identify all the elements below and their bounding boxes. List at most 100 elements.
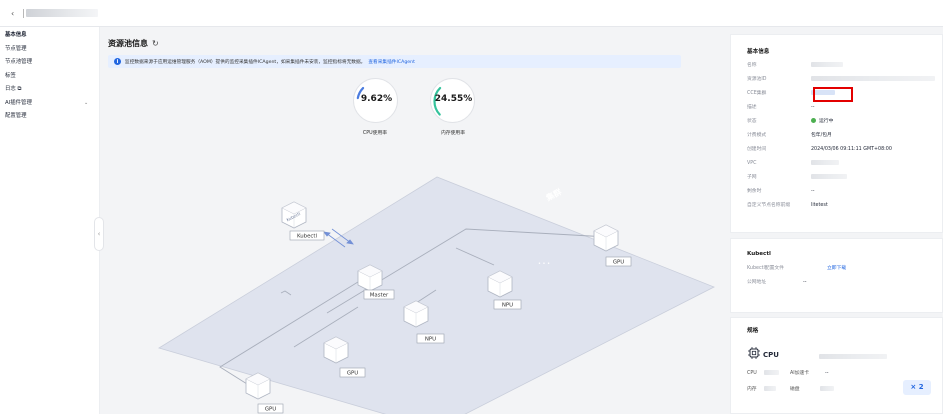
gpu-node-icon-2: [323, 336, 349, 364]
npu-node-icon-2: [403, 300, 429, 328]
sidebar-collapse-button[interactable]: ‹: [94, 217, 104, 251]
cpu-usage-value: 9.62%: [360, 94, 393, 104]
gpu-node-icon-3: [245, 372, 271, 400]
info-row-id: 资源池ID: [747, 75, 942, 85]
row-value[interactable]: [811, 159, 839, 169]
info-row-node-prefix: 自定义节点名称前缀 litetest: [747, 201, 942, 211]
back-button[interactable]: ‹: [11, 9, 23, 18]
icagent-link[interactable]: 查看采集插件ICAgent: [368, 59, 415, 65]
sidebar-item-node-pool-management[interactable]: 节点池管理: [0, 56, 99, 70]
spec-name-redacted: [819, 353, 887, 360]
basic-info-card: 基本信息 名称 资源池ID CCE集群 描述 -- 状态 运行中 计费模式 包年/包月…: [730, 34, 943, 233]
info-row-created: 创建时间 2024/03/06 09:11:11 GMT+08:00: [747, 145, 942, 155]
row-key: 内存: [747, 387, 757, 392]
row-key: CPU: [747, 371, 757, 376]
highlight-box: [813, 87, 853, 102]
spec-card: 规格 CPU CPU AI加速卡 -- 内存 磁盘 × 2: [730, 317, 943, 414]
npu-node-icon-1: [487, 270, 513, 298]
row-value: --: [811, 105, 815, 110]
cpu-usage-gauge: 9.62%: [353, 78, 398, 123]
status-text: 运行中: [819, 119, 834, 124]
row-value: litetest: [811, 203, 828, 208]
row-key: 子网: [747, 175, 757, 180]
master-node-label: Master: [370, 293, 389, 299]
row-value[interactable]: [811, 173, 847, 183]
row-key: VPC: [747, 161, 757, 166]
status-dot-icon: [811, 118, 816, 123]
kubectl-row-config: Kubectl配置文件 立即下载: [747, 264, 942, 274]
row-value: [764, 369, 779, 379]
kubectl-node-label: Kubectl: [297, 234, 317, 240]
cpu-usage-label: CPU使用率: [362, 131, 388, 136]
row-key: 磁盘: [790, 387, 800, 392]
row-value: --: [811, 189, 815, 194]
row-value: 2024/03/06 09:11:11 GMT+08:00: [811, 147, 892, 152]
row-value: [820, 385, 834, 395]
node-count-badge: × 2: [903, 380, 931, 395]
row-value: --: [825, 371, 829, 376]
cluster-label: 集群: [543, 186, 563, 203]
cluster-platform: [158, 176, 715, 414]
spec-cpu-label: CPU: [763, 351, 779, 359]
row-value: 包年/包月: [811, 133, 832, 138]
chevron-left-icon: ‹: [97, 230, 101, 238]
info-icon: i: [114, 58, 121, 65]
info-row-name: 名称: [747, 61, 942, 71]
row-value: [764, 385, 776, 395]
sidebar-item-label: 节点池管理: [5, 59, 32, 65]
sidebar-item-label: 基本信息: [5, 32, 27, 38]
download-kubeconfig-link[interactable]: 立即下载: [827, 264, 846, 274]
card-title: Kubectl: [747, 251, 771, 257]
main-content: 资源池信息 ↻ i 监控数据来源于应用运维管理服务（AOM）提供的监控采集插件I…: [101, 27, 723, 414]
info-row-description: 描述 --: [747, 103, 942, 113]
sidebar-item-logs[interactable]: 日志 ⧉: [0, 83, 99, 97]
row-key: 计费模式: [747, 133, 767, 138]
sidebar-item-label: 标签: [5, 72, 16, 79]
info-row-remaining: 剩余时 --: [747, 187, 942, 197]
memory-usage-label: 内存使用率: [441, 131, 465, 136]
row-key: CCE集群: [747, 91, 767, 96]
cluster-diagram: 集群 • • • Kubectl Kubectl Master NPU NPU …: [158, 176, 715, 414]
sidebar: 基本信息 节点管理 节点池管理 标签 日志 ⧉ AI插件管理 ⌄ 配置管理: [0, 27, 100, 414]
row-value: [811, 75, 935, 85]
row-key: 描述: [747, 105, 757, 110]
section-title: 资源池信息: [108, 39, 148, 48]
info-row-vpc: VPC: [747, 159, 942, 169]
sidebar-item-labels[interactable]: 标签: [0, 70, 99, 84]
sidebar-item-label: 配置管理: [5, 113, 27, 119]
memory-usage-value: 24.55%: [434, 94, 473, 104]
row-key: Kubectl配置文件: [747, 266, 784, 271]
monitoring-notice: i 监控数据来源于应用运维管理服务（AOM）提供的监控采集插件ICAgent，如…: [108, 55, 681, 68]
row-key: 名称: [747, 63, 757, 68]
memory-usage-gauge: 24.55%: [430, 78, 475, 123]
chevron-down-icon: ⌄: [84, 99, 89, 106]
info-row-status: 状态 运行中: [747, 117, 942, 127]
info-row-cce-cluster: CCE集群: [747, 87, 942, 102]
page-title: 资源池信息 ↻: [108, 38, 159, 49]
chip-icon: [748, 347, 760, 359]
npu-node-1-label: NPU: [502, 303, 513, 309]
npu-node-2-label: NPU: [425, 337, 436, 343]
notice-text: 监控数据来源于应用运维管理服务（AOM）提供的监控采集插件ICAgent，如采集…: [125, 59, 366, 65]
sidebar-item-label: 节点管理: [5, 45, 27, 52]
kubectl-card: Kubectl Kubectl配置文件 立即下载 公网地址 --: [730, 238, 943, 313]
card-title: 基本信息: [747, 49, 770, 55]
refresh-icon[interactable]: ↻: [152, 39, 159, 48]
master-node-icon: [357, 264, 383, 292]
info-row-subnet: 子网: [747, 173, 942, 183]
row-key: AI加速卡: [790, 371, 810, 376]
row-key: 状态: [747, 119, 757, 124]
card-title: 规格: [747, 328, 759, 334]
status-badge: 运行中: [811, 117, 833, 127]
gpu-node-3-label: GPU: [265, 407, 276, 413]
gpu-node-1-label: GPU: [613, 260, 624, 266]
sidebar-item-node-management[interactable]: 节点管理: [0, 43, 99, 57]
sidebar-item-config-management[interactable]: 配置管理: [0, 110, 99, 124]
spec-row-cpu: CPU AI加速卡 --: [747, 369, 942, 379]
row-value: --: [803, 280, 807, 285]
sidebar-item-basic-info[interactable]: 基本信息: [0, 29, 99, 43]
gpu-node-2-label: GPU: [347, 371, 358, 377]
page-title-redacted: [26, 9, 98, 17]
top-bar: ‹: [0, 0, 943, 27]
sidebar-item-ai-plugin-management[interactable]: AI插件管理 ⌄: [0, 97, 99, 111]
